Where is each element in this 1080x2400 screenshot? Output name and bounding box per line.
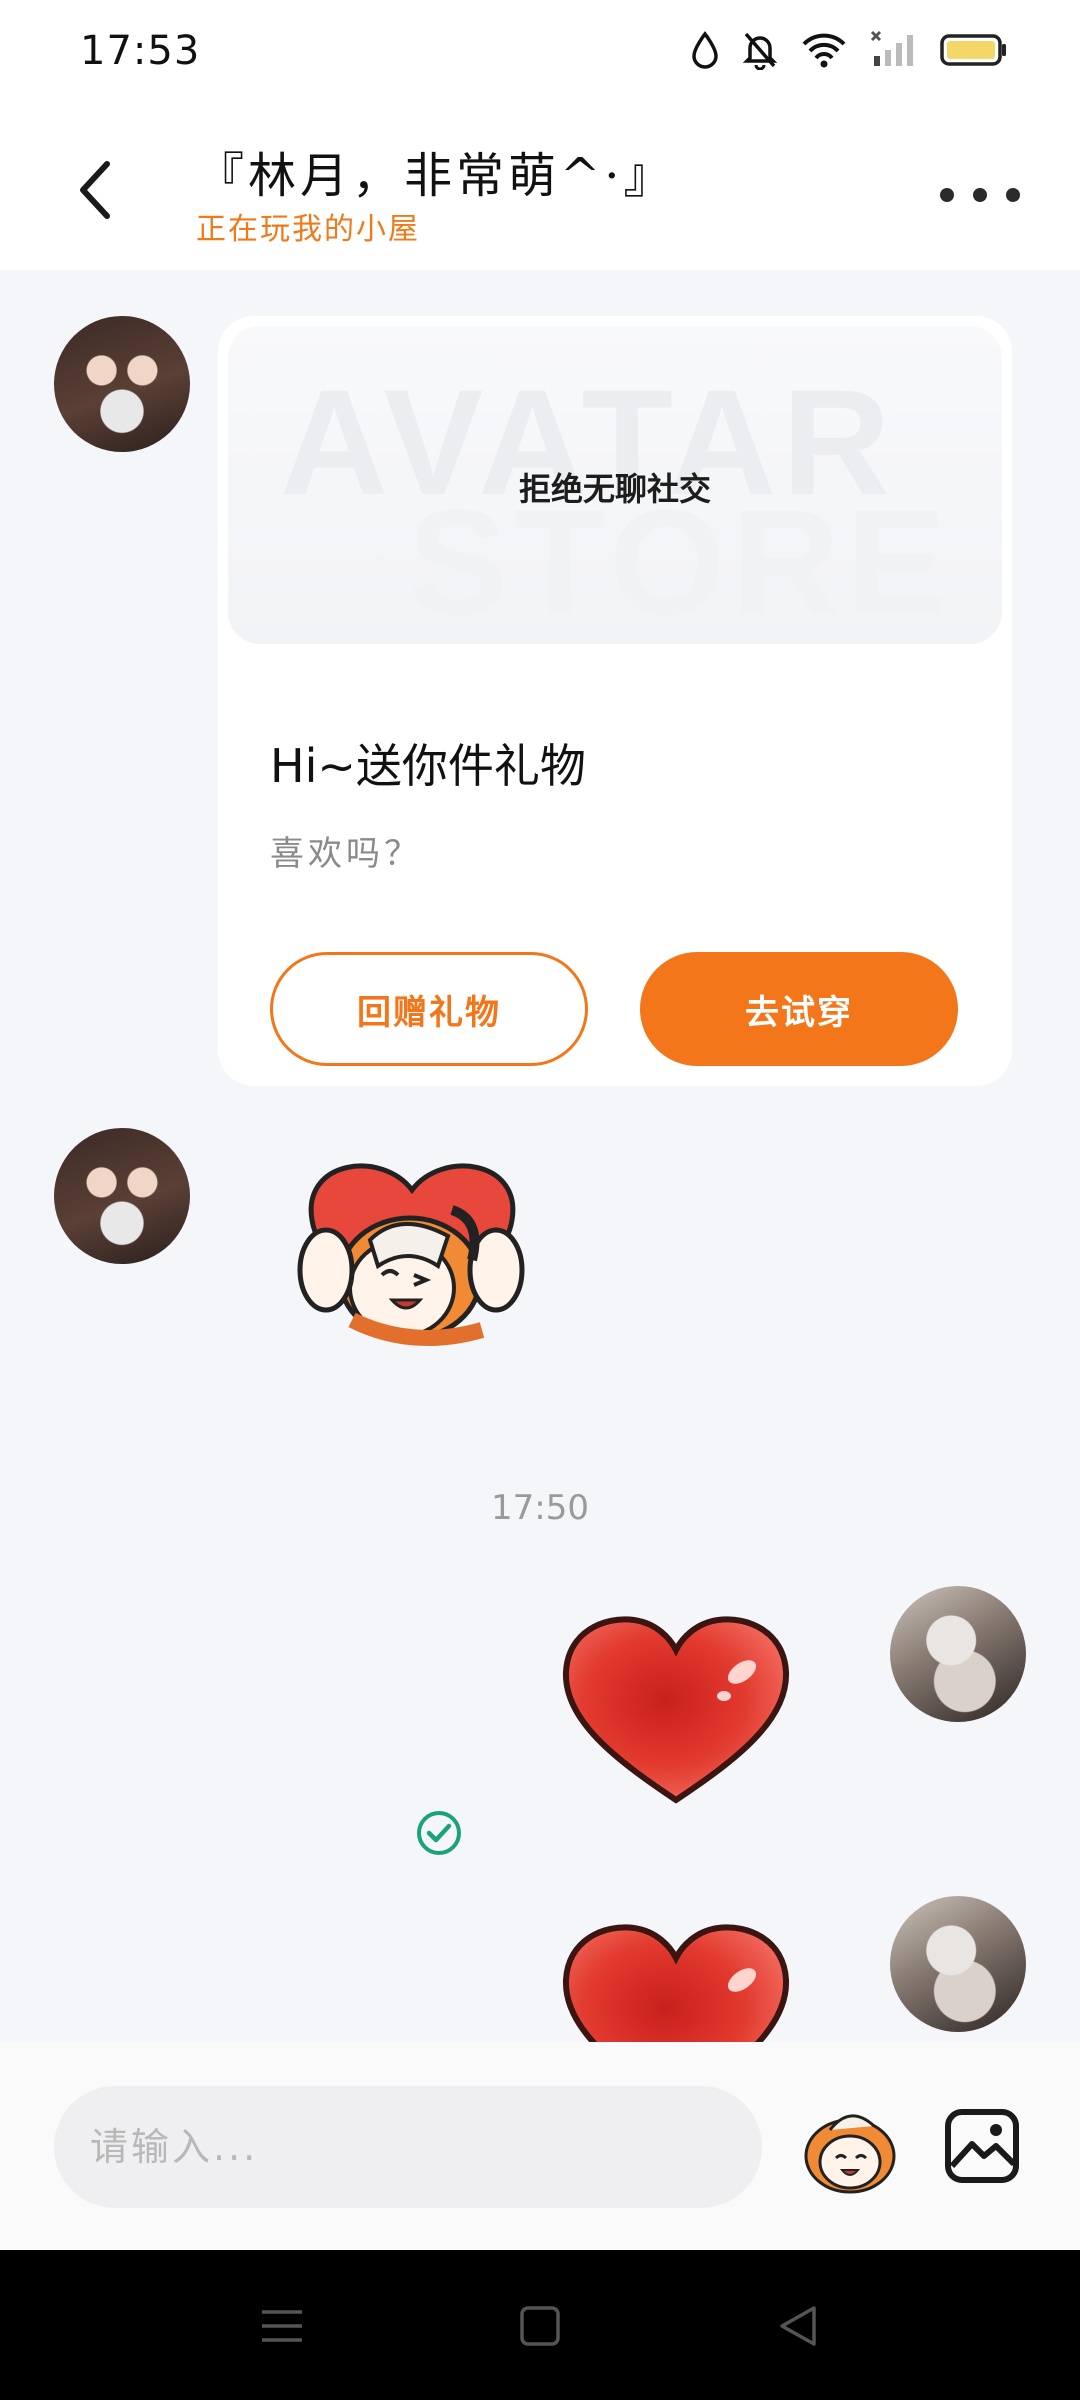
recents-button[interactable] (252, 2296, 312, 2356)
self-avatar[interactable] (890, 1896, 1026, 2032)
chat-messages[interactable]: AVATAR STORE 拒绝无聊社交 Hi~送你件礼物 喜欢吗？ 回赠礼物 去… (0, 270, 1080, 2042)
contact-name[interactable]: 『林月，非常萌^·』 (196, 136, 675, 206)
chevron-left-icon (80, 161, 110, 219)
water-drop-icon (692, 31, 718, 69)
chat-header: 『林月，非常萌^·』 正在玩我的小屋 (0, 100, 1080, 270)
message-input[interactable] (54, 2086, 762, 2208)
contact-status: 正在玩我的小屋 (196, 212, 420, 247)
chat-screen: 17:53 『林月，非常萌^·』 正在玩我的小屋 AVATAR STORE 拒绝… (0, 0, 1080, 2400)
status-bar: 17:53 (0, 0, 1080, 100)
bell-off-icon (742, 32, 778, 70)
more-options-button[interactable] (940, 180, 1020, 210)
read-check-icon (417, 1811, 461, 1855)
menu-icon (262, 2310, 302, 2342)
input-bar (0, 2042, 1080, 2250)
heart-sticker[interactable] (556, 1610, 796, 1810)
hug-heart-sticker[interactable] (282, 1150, 542, 1370)
contact-avatar[interactable] (54, 1128, 190, 1264)
return-gift-button[interactable]: 回赠礼物 (270, 952, 588, 1066)
image-icon[interactable] (944, 2108, 1020, 2184)
heart-sticker[interactable] (556, 1918, 796, 2042)
status-icons (690, 30, 1008, 70)
home-button[interactable] (510, 2296, 570, 2356)
gift-card-message[interactable]: AVATAR STORE 拒绝无聊社交 Hi~送你件礼物 喜欢吗？ 回赠礼物 去… (218, 316, 1012, 1086)
battery-icon (940, 34, 1006, 66)
gift-description: 喜欢吗？ (270, 834, 422, 874)
square-icon (520, 2306, 560, 2346)
system-nav-bar (0, 2250, 1080, 2400)
triangle-back-icon (780, 2306, 816, 2346)
contact-avatar[interactable] (54, 316, 190, 452)
gift-title: Hi~送你件礼物 (270, 739, 586, 793)
more-horizontal-icon (940, 188, 954, 202)
sticker-face-icon[interactable] (800, 2100, 900, 2196)
try-on-button[interactable]: 去试穿 (640, 952, 958, 1066)
back-nav-button[interactable] (768, 2296, 828, 2356)
status-time: 17:53 (80, 28, 201, 74)
timestamp-separator: 17:50 (491, 1488, 589, 1528)
signal-icon (870, 30, 913, 66)
wifi-icon (802, 33, 846, 68)
self-avatar[interactable] (890, 1586, 1026, 1722)
banner-label: 拒绝无聊社交 (518, 470, 711, 508)
back-button[interactable] (60, 150, 130, 230)
gift-banner[interactable]: AVATAR STORE 拒绝无聊社交 (228, 326, 1002, 644)
